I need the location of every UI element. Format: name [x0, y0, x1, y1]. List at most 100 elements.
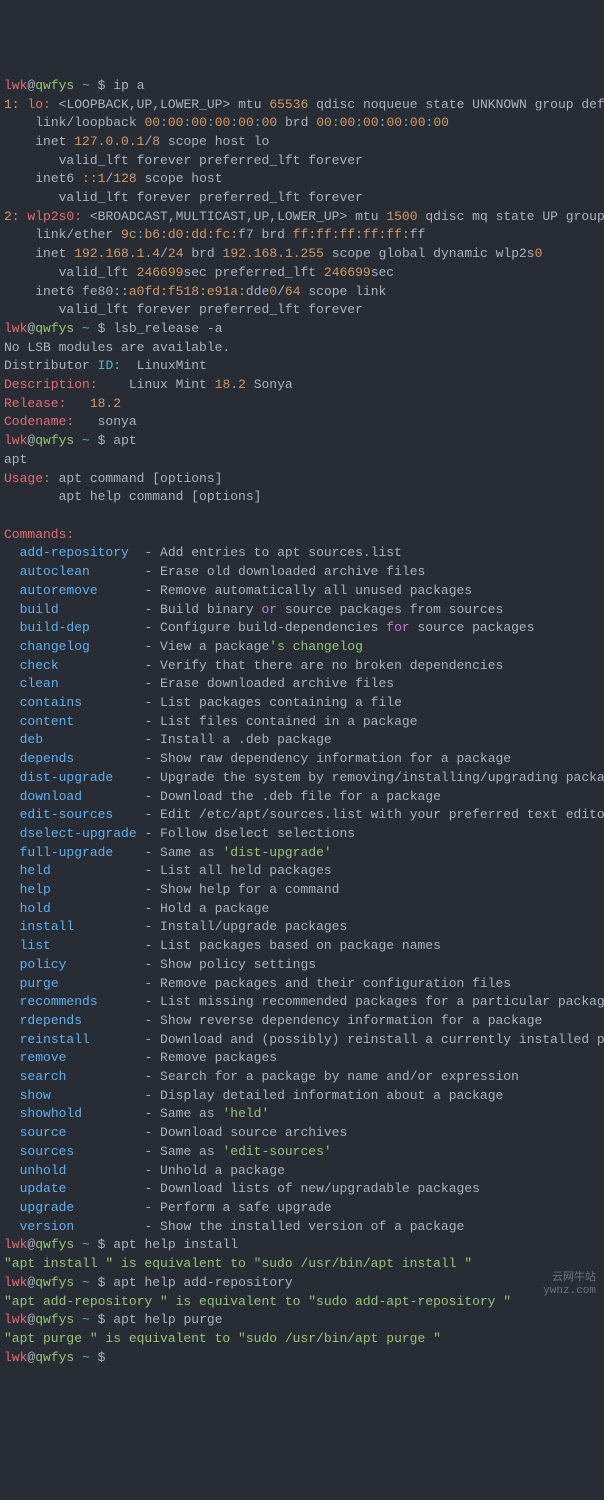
mtu-label: mtu [238, 97, 261, 112]
iface2-mtu: 1500 [386, 209, 417, 224]
lsb-rel-label: Release: [4, 396, 66, 411]
mac-seg: 00 [168, 115, 184, 130]
valid-lft: valid_lft [59, 265, 129, 280]
apt-command-name: remove [20, 1050, 145, 1065]
valid-sec: 246699 [137, 265, 184, 280]
scope: scope host [144, 171, 222, 186]
prefix: 128 [113, 171, 136, 186]
scope: scope global dynamic wlp2s [332, 246, 535, 261]
inet6-addr: dde [246, 284, 269, 299]
prompt: lwk@qwfys ~ $ [4, 433, 105, 448]
apt-command-name: policy [20, 957, 145, 972]
iface1-name: lo: [27, 97, 50, 112]
slash: / [277, 284, 285, 299]
lsb-desc-code: Sonya [254, 377, 293, 392]
mac-seg: 00 [363, 115, 379, 130]
mac-sep: : [332, 115, 340, 130]
valid-lft: sec [371, 265, 394, 280]
apt-command-name: build-dep [20, 620, 145, 635]
prompt: lwk@qwfys ~ $ [4, 1275, 105, 1290]
apt-command-name: install [20, 919, 145, 934]
apt-command-name: full-upgrade [20, 845, 145, 860]
mac-seg: 00 [191, 115, 207, 130]
iface1-tail: qdisc noqueue state UNKNOWN group defaul… [316, 97, 604, 112]
apt-command-name: add-repository [20, 545, 145, 560]
mac-seg: 00 [316, 115, 332, 130]
mtu-label: mtu [355, 209, 378, 224]
inet4-addr: 192.168.1.4 [74, 246, 160, 261]
brd-addr: ff:ff:ff:ff:ff: [293, 227, 410, 242]
inet6-addr: a0fd:f518:e91a: [129, 284, 246, 299]
inet6-label: inet6 [35, 284, 74, 299]
apt-command-name: content [20, 714, 145, 729]
apt-command-name: dist-upgrade [20, 770, 145, 785]
inet6-addr: 0 [269, 284, 277, 299]
apt-command-name: autoclean [20, 564, 145, 579]
prompt: lwk@qwfys ~ $ [4, 1237, 105, 1252]
prompt: lwk@qwfys ~ $ [4, 321, 105, 336]
apt-command-name: depends [20, 751, 145, 766]
brd-label: brd [262, 227, 285, 242]
prompt: lwk@qwfys ~ $ [4, 78, 105, 93]
lsb-no-mods: No LSB modules are available. [4, 340, 230, 355]
apt-command-name: held [20, 863, 145, 878]
scope: 0 [535, 246, 543, 261]
watermark: 云网牛站ywnz.com [543, 1272, 596, 1298]
mac-sep: : [230, 115, 238, 130]
apt-command-name: show [20, 1088, 145, 1103]
help-output: "apt purge " is equivalent to "sudo /usr… [4, 1331, 441, 1346]
help-output: "apt install " is equivalent to "sudo /u… [4, 1256, 472, 1271]
terminal-output[interactable]: lwk@qwfys ~ $ ip a 1: lo: <LOOPBACK,UP,L… [4, 77, 604, 1368]
prefix: 8 [152, 134, 160, 149]
inet-label: inet [35, 246, 66, 261]
apt-command-name: sources [20, 1144, 145, 1159]
inet6-label: inet6 [35, 171, 74, 186]
scope: scope link [308, 284, 386, 299]
prompt: lwk@qwfys ~ $ [4, 1350, 105, 1365]
mac-seg: 00 [340, 115, 356, 130]
iface1-idx: 1: [4, 97, 20, 112]
iface1-mtu: 65536 [269, 97, 308, 112]
prompt: lwk@qwfys ~ $ [4, 1312, 105, 1327]
cmd-lsb: lsb_release -a [113, 321, 222, 336]
lsb-desc: Linux Mint [129, 377, 207, 392]
help-output: "apt add-repository " is equivalent to "… [4, 1294, 511, 1309]
ether-link: link/ether [35, 227, 113, 242]
apt-command-name: search [20, 1069, 145, 1084]
usage-line: apt command [options] [59, 471, 223, 486]
apt-command-name: clean [20, 676, 145, 691]
valid-lft: valid_lft forever preferred_lft forever [59, 190, 363, 205]
slash: / [160, 246, 168, 261]
apt-command-name: edit-sources [20, 807, 145, 822]
apt-command-name: hold [20, 901, 145, 916]
iface1-flags: <LOOPBACK,UP,LOWER_UP> [59, 97, 231, 112]
lsb-code: sonya [98, 414, 137, 429]
apt-command-name: dselect-upgrade [20, 826, 145, 841]
lsb-id-label: ID: [98, 358, 121, 373]
apt-command-name: update [20, 1181, 145, 1196]
inet-label: inet [35, 134, 66, 149]
apt-command-name: help [20, 882, 145, 897]
lsb-desc-ver: 18.2 [215, 377, 246, 392]
apt-command-name: version [20, 1219, 145, 1234]
brd-label: brd [285, 115, 308, 130]
prefix: 24 [168, 246, 184, 261]
lsb-dist: LinuxMint [137, 358, 207, 373]
apt-command-name: autoremove [20, 583, 145, 598]
valid-sec: 246699 [324, 265, 371, 280]
mac-sep: : [207, 115, 215, 130]
apt-echo: apt [4, 452, 27, 467]
iface2-name: wlp2s0: [27, 209, 82, 224]
apt-command-name: rdepends [20, 1013, 145, 1028]
apt-command-name: source [20, 1125, 145, 1140]
brd-addr: 192.168.1.255 [223, 246, 324, 261]
mac-seg: 00 [215, 115, 231, 130]
mac-seg: 00 [144, 115, 160, 130]
inet6-addr: ::1 [82, 171, 105, 186]
mac-seg: f7 [238, 227, 254, 242]
usage-label: Usage: [4, 471, 51, 486]
prefix: 64 [285, 284, 301, 299]
apt-command-name: download [20, 789, 145, 804]
mac-sep: : [254, 115, 262, 130]
inet6-addr: fe80:: [82, 284, 129, 299]
